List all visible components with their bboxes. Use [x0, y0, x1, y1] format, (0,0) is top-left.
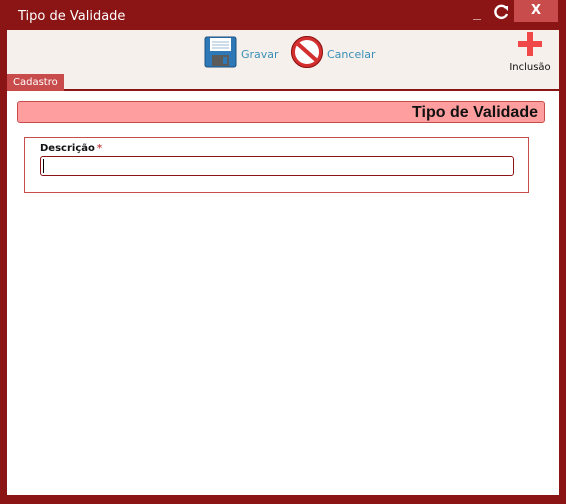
close-button[interactable]: X: [514, 0, 558, 22]
app-window: Tipo de Validade _ X Gravar Cancelar Inc…: [0, 0, 566, 504]
minimize-button[interactable]: _: [466, 2, 488, 24]
window-title: Tipo de Validade: [18, 9, 126, 24]
descricao-input[interactable]: [40, 156, 514, 176]
section-title: Tipo de Validade: [412, 104, 538, 121]
section-header: Tipo de Validade: [17, 101, 545, 123]
add-label: Inclusão: [509, 62, 551, 73]
cancel-label: Cancelar: [327, 48, 376, 61]
tab-cadastro[interactable]: Cadastro: [7, 74, 64, 91]
text-caret: [43, 159, 44, 173]
form-fieldset: Descrição *: [24, 137, 529, 193]
cancel-button[interactable]: Cancelar: [291, 36, 376, 73]
save-button[interactable]: Gravar: [204, 36, 279, 73]
floppy-disk-icon: [204, 36, 237, 73]
tab-strip: Cadastro: [7, 74, 559, 91]
cancel-icon: [291, 36, 323, 73]
title-bar[interactable]: Tipo de Validade _ X: [0, 0, 566, 30]
add-button[interactable]: Inclusão: [507, 32, 553, 73]
main-content: Tipo de Validade Descrição *: [7, 91, 559, 495]
required-marker: *: [96, 143, 103, 154]
descricao-label-text: Descrição: [40, 143, 95, 154]
descricao-label: Descrição *: [40, 143, 102, 154]
plus-icon: [518, 32, 542, 60]
refresh-icon[interactable]: [490, 2, 512, 24]
save-label: Gravar: [241, 48, 279, 61]
toolbar: Gravar Cancelar Inclusão: [7, 30, 559, 74]
